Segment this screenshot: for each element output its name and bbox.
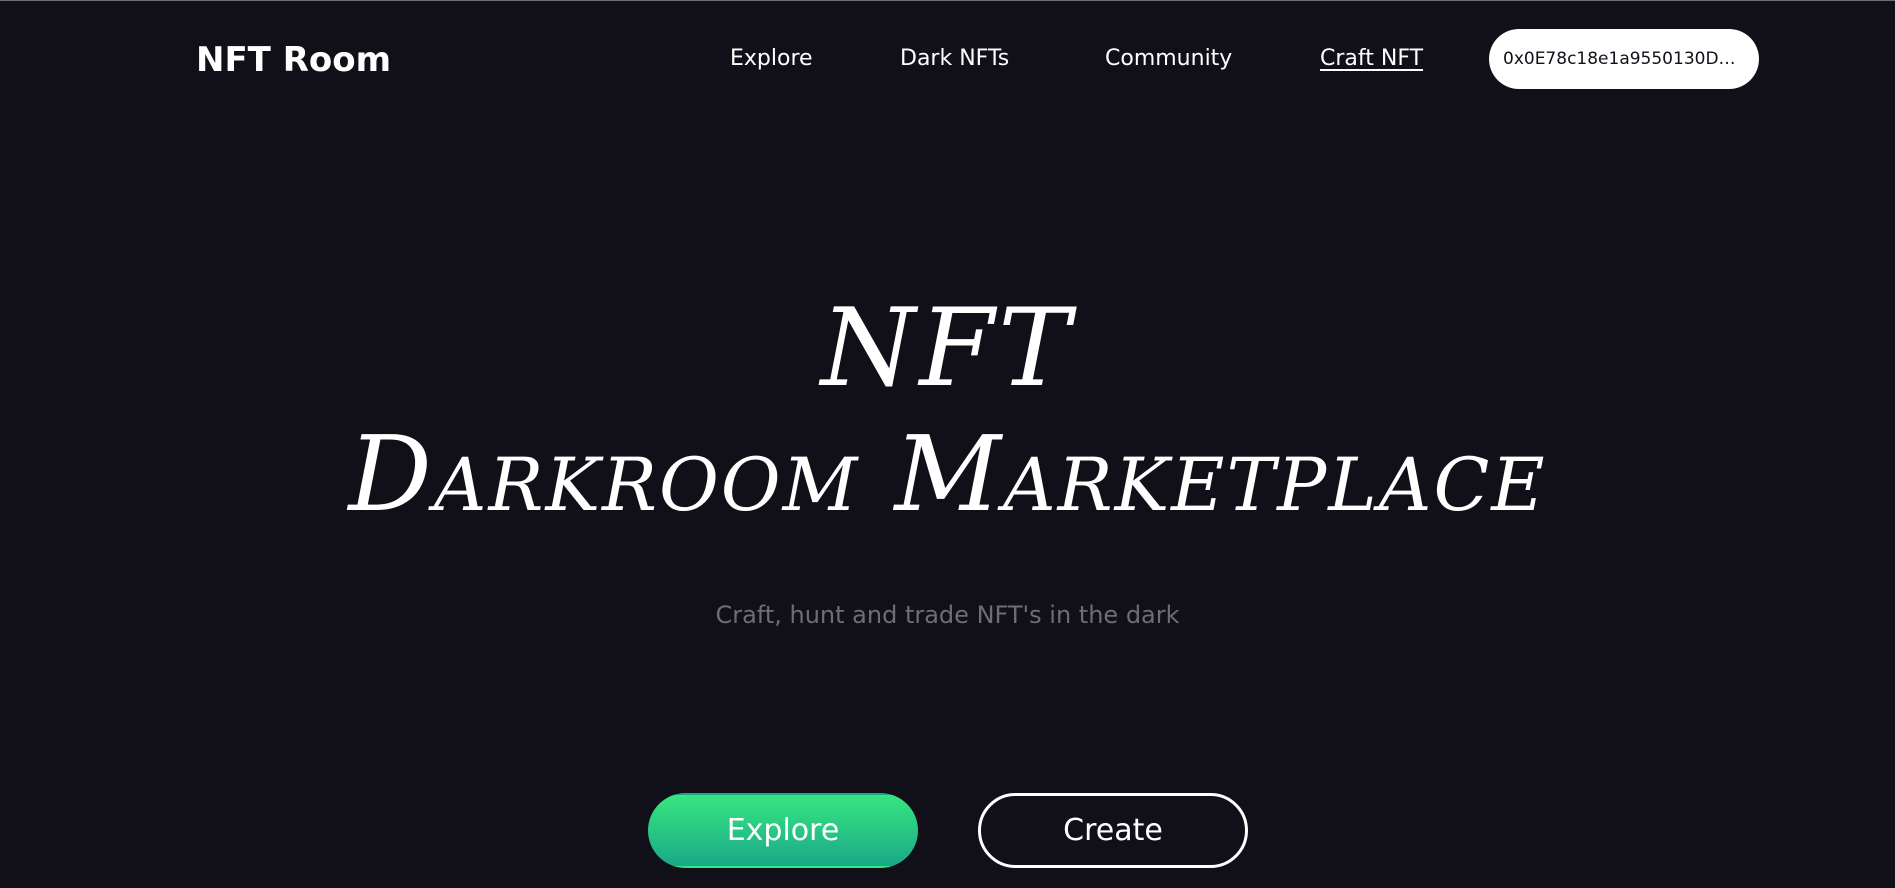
wallet-address-button[interactable]: 0x0E78c18e1a9550130D2...: [1489, 29, 1759, 89]
nav-link-explore[interactable]: Explore: [730, 44, 813, 74]
top-border: [0, 0, 1895, 1]
hero-title-line1: NFT: [820, 286, 1075, 411]
hero-subtitle: Craft, hunt and trade NFT's in the dark: [715, 601, 1180, 629]
nav-link-community[interactable]: Community: [1105, 44, 1232, 74]
site-logo[interactable]: NFT Room: [196, 38, 391, 82]
hero-title: NFT Darkroom Marketplace: [0, 285, 1895, 535]
explore-button[interactable]: Explore: [648, 793, 918, 868]
nav-link-craft-nft[interactable]: Craft NFT: [1320, 44, 1423, 74]
create-button[interactable]: Create: [978, 793, 1248, 868]
nav-link-dark-nfts[interactable]: Dark NFTs: [900, 44, 1009, 74]
hero-title-line2: Darkroom Marketplace: [348, 413, 1547, 535]
